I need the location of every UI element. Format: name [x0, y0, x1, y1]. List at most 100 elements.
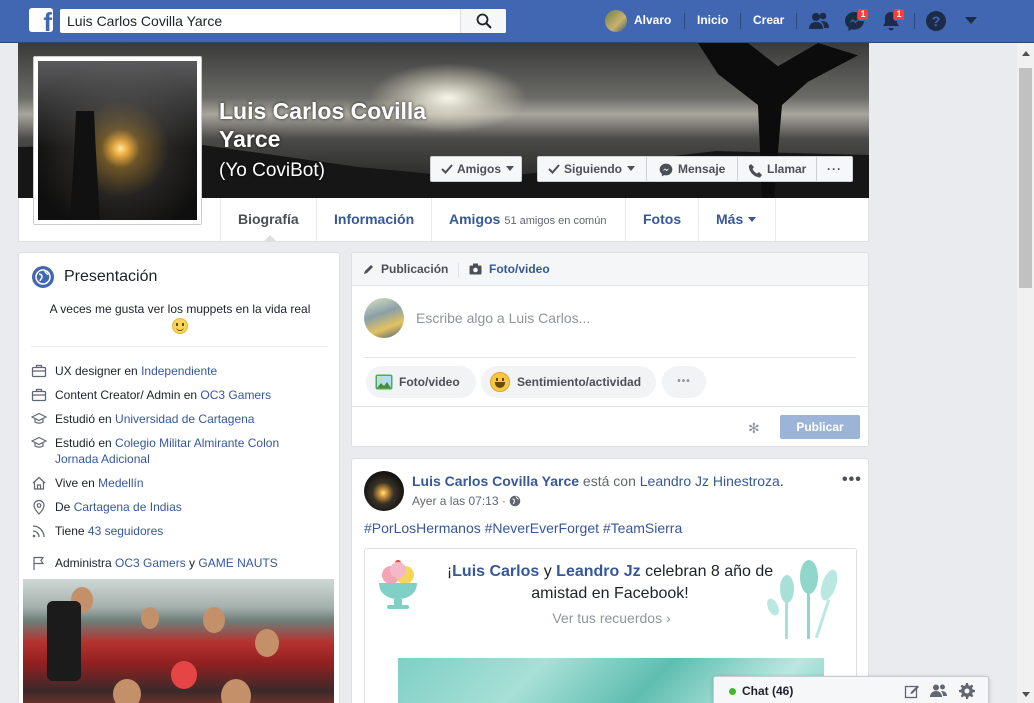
help-icon[interactable]: ?: [925, 10, 947, 32]
friend-requests-icon[interactable]: [808, 11, 830, 31]
nav-divider: [684, 13, 685, 29]
notifications-badge: 1: [893, 8, 905, 21]
intro-card: Presentación A veces me gusta ver los mu…: [18, 252, 340, 703]
intro-title: Presentación: [64, 268, 158, 285]
intro-row-link[interactable]: Medellín: [98, 476, 143, 490]
post-options-button[interactable]: •••: [842, 471, 862, 489]
intro-row-link[interactable]: Universidad de Cartagena: [115, 412, 254, 426]
user-avatar[interactable]: [605, 10, 627, 32]
search-input[interactable]: [60, 9, 460, 33]
profile-name[interactable]: Luis Carlos Covilla Yarce: [219, 97, 449, 153]
intro-row-text: Content Creator/ Admin en: [55, 388, 201, 402]
top-navigation-bar: f Alvaro Inicio Crear 1 1 ?: [0, 0, 1034, 43]
intro-row-link[interactable]: OC3 Gamers: [200, 388, 271, 402]
featured-photo[interactable]: [23, 579, 334, 703]
nav-user-name[interactable]: Alvaro: [634, 13, 671, 27]
post-author-avatar[interactable]: [364, 471, 404, 511]
publish-button[interactable]: Publicar: [780, 415, 860, 439]
tab-label: Información: [334, 211, 415, 227]
see-memories-link[interactable]: Ver tus recuerdos ›: [365, 610, 856, 626]
composer-avatar: [364, 298, 404, 338]
globe-icon: [32, 266, 54, 288]
memory-text: y: [539, 563, 557, 580]
composer-input[interactable]: Escribe algo a Luis Carlos...: [416, 310, 590, 326]
memory-message: ¡Luis Carlos y Leandro Jz celebran 8 año…: [425, 561, 795, 605]
tab-publication[interactable]: Publicación: [381, 262, 448, 276]
facebook-logo-icon[interactable]: f: [29, 8, 53, 32]
post-author-link[interactable]: Luis Carlos Covilla Yarce: [412, 473, 579, 489]
tab-more[interactable]: Más: [698, 198, 776, 241]
online-status-dot: [729, 688, 736, 695]
intro-row-text: Estudió en: [55, 412, 116, 426]
chat-settings-gear-icon[interactable]: [959, 683, 975, 699]
feed-post: Luis Carlos Covilla Yarce está con Leand…: [351, 458, 869, 703]
intro-row-link[interactable]: 43 seguidores: [88, 524, 163, 538]
tab-photo-video[interactable]: Foto/video: [489, 262, 550, 276]
search-button[interactable]: [460, 9, 506, 33]
intro-row-text: Administra: [55, 556, 116, 570]
intro-row-text: Vive en: [55, 476, 99, 490]
intro-education-row: Estudió en Colegio Militar Almirante Col…: [55, 435, 325, 467]
page-scrollbar[interactable]: [1017, 43, 1034, 703]
svg-text:?: ?: [932, 13, 941, 29]
tab-label: Más: [716, 211, 744, 227]
see-memories-label: Ver tus recuerdos: [552, 610, 663, 626]
nav-divider: [796, 13, 797, 29]
following-button[interactable]: Siguiendo: [537, 156, 647, 182]
new-group-icon[interactable]: [930, 683, 948, 699]
message-button-label: Mensaje: [678, 162, 726, 176]
intro-row-link[interactable]: OC3 Gamers: [115, 556, 186, 570]
composer-tabs: Publicación Foto/video: [352, 253, 868, 286]
more-options-pill-button[interactable]: •••: [662, 366, 706, 398]
tab-about[interactable]: Información: [316, 198, 431, 241]
post-with-text: está con: [579, 473, 640, 489]
tab-friends[interactable]: Amigos 51 amigos en común: [431, 198, 626, 241]
rss-icon: [32, 525, 45, 538]
more-options-button[interactable]: ···: [816, 156, 853, 182]
post-timestamp[interactable]: Ayer a las 07:13 ·: [412, 494, 509, 508]
intro-row-link[interactable]: Independiente: [141, 364, 217, 378]
photo-icon: [375, 374, 393, 390]
briefcase-icon: [31, 388, 47, 402]
message-button[interactable]: Mensaje: [646, 156, 738, 182]
checkmark-icon: [548, 164, 560, 174]
profile-picture[interactable]: [33, 56, 202, 225]
photo-video-pill-button[interactable]: Foto/video: [366, 366, 476, 398]
tab-label: Amigos: [449, 211, 501, 227]
nav-create[interactable]: Crear: [753, 13, 784, 27]
memory-friend-link[interactable]: Luis Carlos: [452, 563, 539, 580]
ice-cream-icon: [379, 560, 417, 609]
nav-divider: [914, 13, 915, 29]
post-meta: Ayer a las 07:13 ·: [412, 494, 521, 508]
chat-sidebar-bar[interactable]: Chat (46): [713, 676, 989, 703]
intro-row-text: Estudió en: [55, 436, 116, 450]
call-button[interactable]: Llamar: [737, 156, 817, 182]
following-button-label: Siguiendo: [564, 162, 622, 176]
intro-row-text: y: [185, 556, 199, 570]
tab-photos[interactable]: Fotos: [625, 198, 698, 241]
settings-gear-icon[interactable]: ✻: [748, 420, 760, 437]
feeling-activity-pill-button[interactable]: Sentimiento/actividad: [481, 366, 656, 398]
graduation-cap-icon: [31, 436, 47, 448]
nav-home[interactable]: Inicio: [697, 13, 728, 27]
account-menu-chevron-down-icon[interactable]: [965, 17, 977, 25]
intro-from-row: De Cartagena de Indias: [55, 499, 325, 515]
messenger-icon: [659, 163, 673, 177]
new-message-edit-icon[interactable]: [904, 683, 920, 699]
intro-lives-in-row: Vive en Medellín: [55, 475, 325, 491]
post-hashtags[interactable]: #PorLosHermanos #NeverEverForget #TeamSi…: [364, 520, 682, 536]
intro-row-link[interactable]: Cartagena de Indias: [74, 500, 182, 514]
tagged-friend-link[interactable]: Leandro Jz Hinestroza: [640, 473, 780, 489]
intro-education-row: Estudió en Universidad de Cartagena: [55, 411, 325, 427]
home-icon: [32, 476, 46, 490]
intro-followers-row: Tiene 43 seguidores: [55, 523, 325, 539]
tab-timeline[interactable]: Biografía: [220, 198, 317, 242]
phone-icon: [748, 164, 762, 178]
pill-label: Foto/video: [399, 375, 460, 389]
friends-button[interactable]: Amigos: [430, 156, 522, 182]
location-pin-icon: [33, 499, 45, 515]
intro-row-link[interactable]: GAME NAUTS: [198, 556, 277, 570]
search-box: [60, 9, 506, 33]
memory-friend-link[interactable]: Leandro Jz: [556, 563, 640, 580]
mutual-friends-count: 51 amigos en común: [504, 215, 607, 227]
